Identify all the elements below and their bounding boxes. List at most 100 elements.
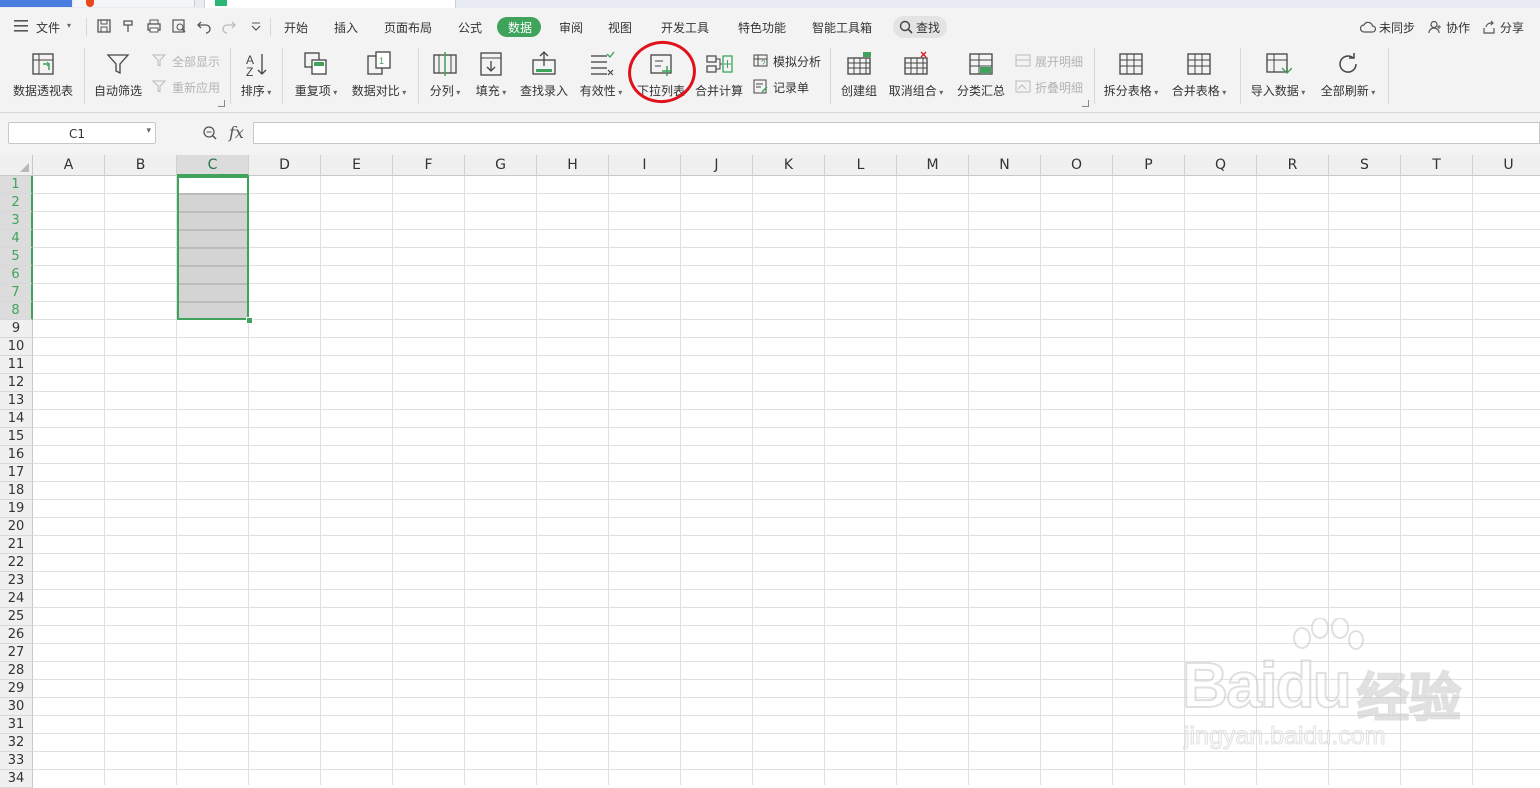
row-header-25[interactable]: 25: [0, 608, 33, 626]
row-header-9[interactable]: 9: [0, 320, 33, 338]
tab-developer[interactable]: 开发工具: [661, 19, 709, 36]
merge-table-button[interactable]: 合并表格 ▾: [1168, 48, 1230, 108]
column-header-s[interactable]: S: [1329, 155, 1401, 176]
row-header-1[interactable]: 1: [0, 176, 33, 194]
save-icon[interactable]: [96, 18, 112, 34]
ungroup-button[interactable]: 取消组合 ▾: [886, 48, 946, 108]
column-header-k[interactable]: K: [753, 155, 825, 176]
row-header-27[interactable]: 27: [0, 644, 33, 662]
row-header-6[interactable]: 6: [0, 266, 33, 284]
column-header-g[interactable]: G: [465, 155, 537, 176]
hamburger-menu-icon[interactable]: [14, 20, 28, 32]
row-header-3[interactable]: 3: [0, 212, 33, 230]
row-header-34[interactable]: 34: [0, 770, 33, 788]
tab-smart-toolbox[interactable]: 智能工具箱: [812, 19, 872, 36]
fill-handle[interactable]: [246, 317, 253, 324]
column-header-t[interactable]: T: [1401, 155, 1473, 176]
column-header-m[interactable]: M: [897, 155, 969, 176]
column-header-i[interactable]: I: [609, 155, 681, 176]
row-header-2[interactable]: 2: [0, 194, 33, 212]
column-header-o[interactable]: O: [1041, 155, 1113, 176]
cloud-sync-icon[interactable]: [1359, 20, 1377, 34]
column-header-d[interactable]: D: [249, 155, 321, 176]
duplicates-button[interactable]: 重复项 ▾: [290, 48, 342, 108]
row-header-13[interactable]: 13: [0, 392, 33, 410]
tab-home[interactable]: 开始: [284, 19, 308, 36]
formula-input[interactable]: [253, 122, 1540, 144]
row-header-15[interactable]: 15: [0, 428, 33, 446]
tab-review[interactable]: 审阅: [559, 19, 583, 36]
row-header-33[interactable]: 33: [0, 752, 33, 770]
undo-icon[interactable]: [196, 18, 212, 34]
filter-dialog-launcher[interactable]: [218, 100, 225, 107]
select-all-corner[interactable]: [0, 155, 33, 176]
collaborate-button[interactable]: 协作: [1446, 19, 1470, 36]
customize-quick-access-icon[interactable]: [248, 18, 264, 34]
selection-range[interactable]: [177, 176, 249, 320]
chevron-down-icon[interactable]: ▾: [67, 21, 71, 30]
column-header-e[interactable]: E: [321, 155, 393, 176]
row-header-23[interactable]: 23: [0, 572, 33, 590]
lookup-entry-button[interactable]: 查找录入: [516, 48, 572, 108]
tab-page-layout[interactable]: 页面布局: [384, 19, 432, 36]
column-header-f[interactable]: F: [393, 155, 465, 176]
row-header-17[interactable]: 17: [0, 464, 33, 482]
pivot-table-button[interactable]: 数据透视表: [8, 48, 78, 108]
tab-view[interactable]: 视图: [608, 19, 632, 36]
row-header-20[interactable]: 20: [0, 518, 33, 536]
column-header-a[interactable]: A: [33, 155, 105, 176]
create-group-button[interactable]: 创建组: [836, 48, 882, 108]
row-header-21[interactable]: 21: [0, 536, 33, 554]
column-header-l[interactable]: L: [825, 155, 897, 176]
row-header-11[interactable]: 11: [0, 356, 33, 374]
row-header-28[interactable]: 28: [0, 662, 33, 680]
data-compare-button[interactable]: 1 数据对比 ▾: [348, 48, 410, 108]
format-painter-icon[interactable]: [121, 18, 137, 34]
refresh-all-button[interactable]: 全部刷新 ▾: [1316, 48, 1380, 108]
import-data-button[interactable]: 导入数据 ▾: [1246, 48, 1310, 108]
row-header-14[interactable]: 14: [0, 410, 33, 428]
home-tab[interactable]: [0, 0, 72, 7]
share-button[interactable]: 分享: [1500, 19, 1524, 36]
active-cell[interactable]: [179, 178, 247, 193]
column-header-c[interactable]: C: [177, 155, 249, 176]
collaborate-icon[interactable]: [1428, 20, 1442, 34]
row-header-4[interactable]: 4: [0, 230, 33, 248]
row-header-31[interactable]: 31: [0, 716, 33, 734]
row-header-30[interactable]: 30: [0, 698, 33, 716]
row-header-24[interactable]: 24: [0, 590, 33, 608]
print-preview-icon[interactable]: [171, 18, 187, 34]
name-box[interactable]: C1 ▾: [8, 122, 156, 144]
row-header-19[interactable]: 19: [0, 500, 33, 518]
tab-special-features[interactable]: 特色功能: [738, 19, 786, 36]
row-header-22[interactable]: 22: [0, 554, 33, 572]
document-tab[interactable]: [74, 0, 195, 7]
zoom-formula-icon[interactable]: [202, 125, 218, 141]
consolidate-button[interactable]: 合并计算: [692, 48, 746, 108]
tab-insert[interactable]: 插入: [334, 19, 358, 36]
row-header-16[interactable]: 16: [0, 446, 33, 464]
share-icon[interactable]: [1482, 20, 1496, 34]
column-header-q[interactable]: Q: [1185, 155, 1257, 176]
fill-button[interactable]: 填充 ▾: [470, 48, 512, 108]
autofilter-button[interactable]: 自动筛选: [90, 48, 146, 108]
column-header-j[interactable]: J: [681, 155, 753, 176]
print-icon[interactable]: [146, 18, 162, 34]
validity-button[interactable]: 有效性 ▾: [576, 48, 626, 108]
sort-button[interactable]: AZ 排序 ▾: [236, 48, 276, 108]
redo-icon[interactable]: [221, 18, 237, 34]
row-header-8[interactable]: 8: [0, 302, 33, 320]
chevron-down-icon[interactable]: ▾: [146, 126, 151, 136]
row-header-29[interactable]: 29: [0, 680, 33, 698]
row-header-7[interactable]: 7: [0, 284, 33, 302]
column-header-r[interactable]: R: [1257, 155, 1329, 176]
column-header-n[interactable]: N: [969, 155, 1041, 176]
column-header-b[interactable]: B: [105, 155, 177, 176]
row-header-26[interactable]: 26: [0, 626, 33, 644]
column-header-u[interactable]: U: [1473, 155, 1540, 176]
tab-data[interactable]: 数据: [508, 19, 532, 36]
row-header-12[interactable]: 12: [0, 374, 33, 392]
column-header-p[interactable]: P: [1113, 155, 1185, 176]
sync-status[interactable]: 未同步: [1379, 19, 1415, 36]
row-header-18[interactable]: 18: [0, 482, 33, 500]
